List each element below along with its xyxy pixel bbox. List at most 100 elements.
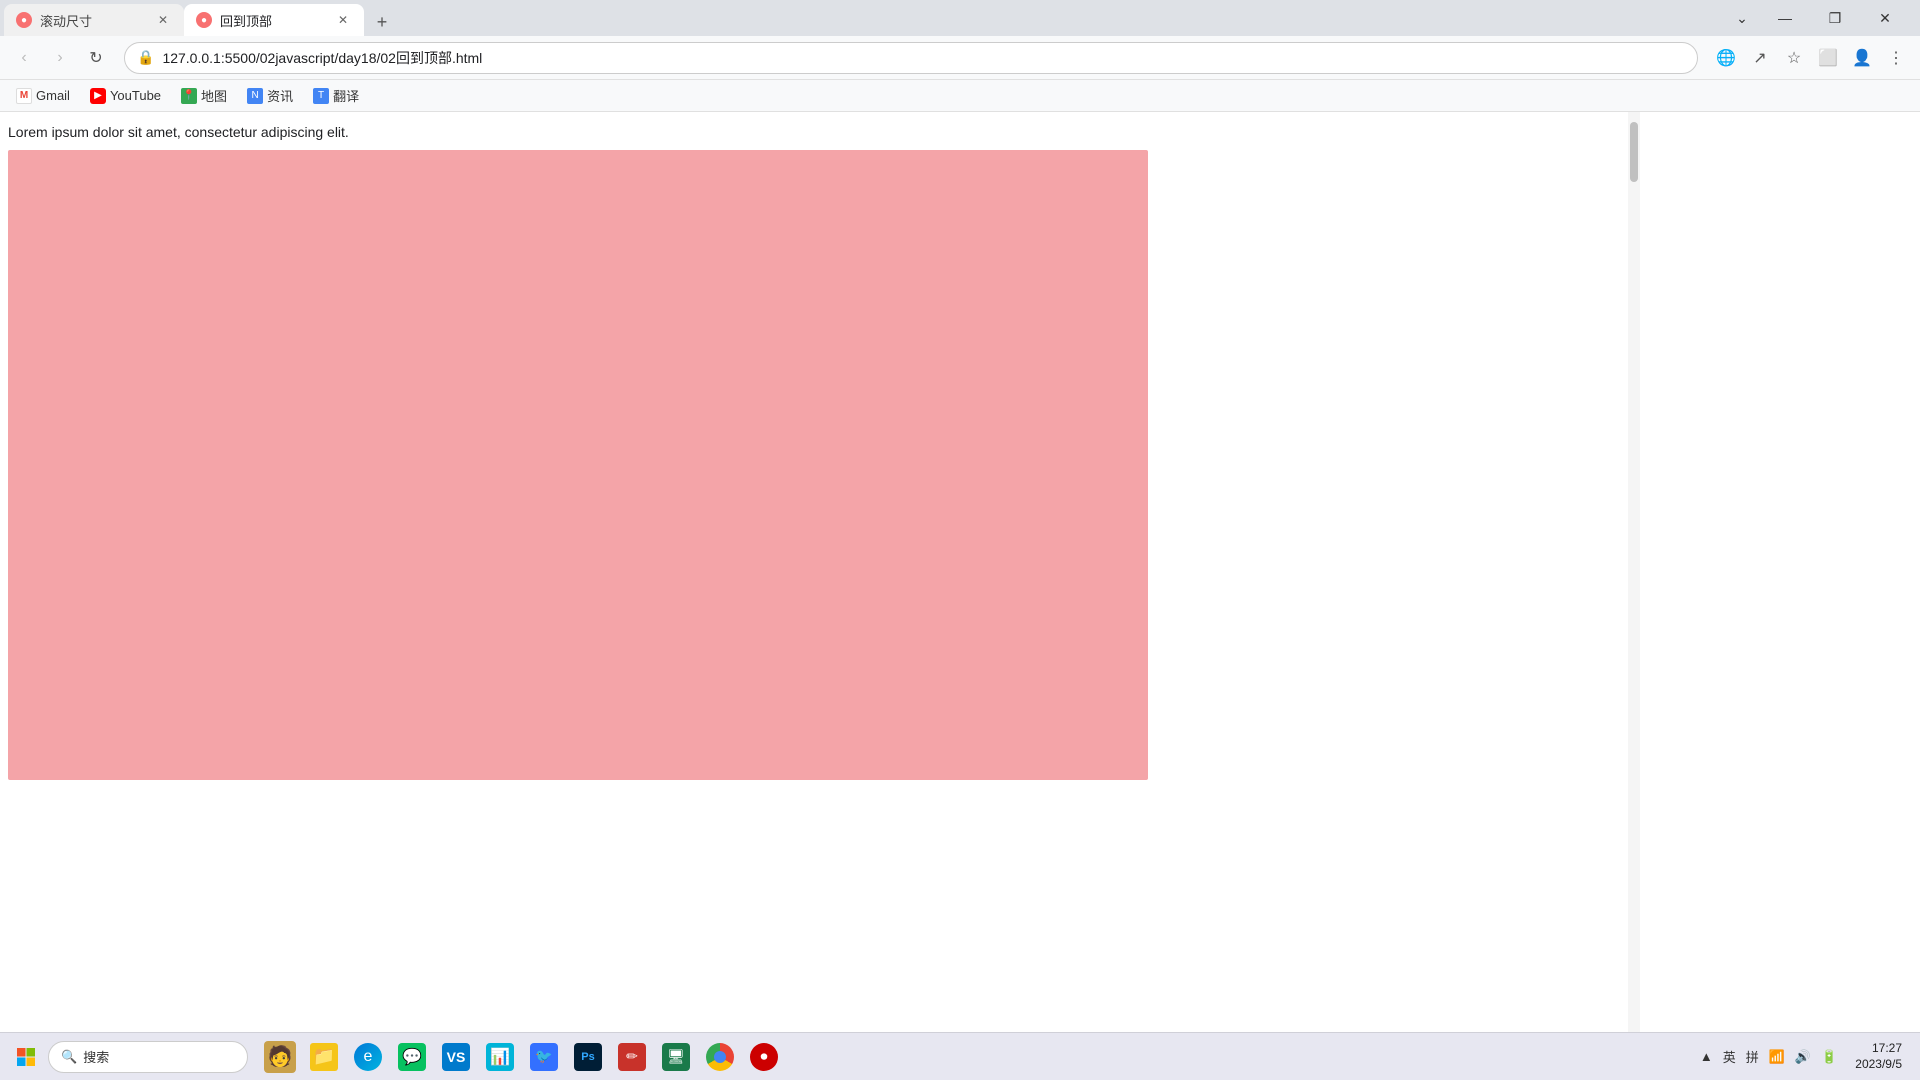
maximize-button[interactable]: ❐ bbox=[1812, 2, 1858, 34]
chrome-icon bbox=[706, 1043, 734, 1071]
taskbar-notepad[interactable]: ✏ bbox=[612, 1037, 652, 1077]
vscode-icon: VS bbox=[442, 1043, 470, 1071]
tab2-favicon: ● bbox=[196, 12, 212, 28]
bookmark-news[interactable]: N 资讯 bbox=[239, 84, 301, 107]
edge-icon: e bbox=[354, 1043, 382, 1071]
back-icon: ‹ bbox=[21, 49, 26, 67]
taskbar-wechat[interactable]: 💬 bbox=[392, 1037, 432, 1077]
pink-box bbox=[8, 150, 1148, 780]
page-sidebar bbox=[1640, 112, 1920, 1032]
window-controls: ⌄ — ❐ ✕ bbox=[1726, 2, 1916, 34]
tab-scroll-size[interactable]: ● 滚动尺寸 ✕ bbox=[4, 4, 184, 36]
translate-icon: 🌐 bbox=[1716, 48, 1736, 68]
clock-time: 17:27 bbox=[1872, 1041, 1902, 1057]
tab-back-to-top[interactable]: ● 回到顶部 ✕ bbox=[184, 4, 364, 36]
ime-pinyin-label[interactable]: 拼 bbox=[1742, 1045, 1763, 1068]
profile-icon: 👤 bbox=[1852, 48, 1872, 68]
menu-icon: ⋮ bbox=[1888, 48, 1904, 68]
bookmark-gmail[interactable]: M Gmail bbox=[8, 86, 78, 106]
taskbar-search[interactable]: 🔍 搜索 bbox=[48, 1041, 248, 1073]
bookmark-youtube-label: YouTube bbox=[110, 88, 161, 103]
address-bar[interactable]: 🔒 bbox=[124, 42, 1698, 74]
tab1-title: 滚动尺寸 bbox=[40, 11, 146, 30]
system-tray: ▲ 英 拼 📶 🔊 🔋 bbox=[1696, 1045, 1841, 1068]
taskbar-edge[interactable]: e bbox=[348, 1037, 388, 1077]
tab-strip: ● 滚动尺寸 ✕ ● 回到顶部 ✕ + bbox=[4, 0, 1726, 36]
back-button[interactable]: ‹ bbox=[8, 42, 40, 74]
wechat-icon: 💬 bbox=[398, 1043, 426, 1071]
wifi-icon[interactable]: 📶 bbox=[1765, 1047, 1789, 1067]
share-button[interactable]: ↗ bbox=[1744, 42, 1776, 74]
taskbar-right: ▲ 英 拼 📶 🔊 🔋 17:27 2023/9/5 bbox=[1696, 1039, 1912, 1074]
ime-english-label[interactable]: 英 bbox=[1719, 1045, 1740, 1068]
title-bar: ● 滚动尺寸 ✕ ● 回到顶部 ✕ + ⌄ — ❐ ✕ bbox=[0, 0, 1920, 36]
taskbar: 🔍 搜索 🧑 📁 e 💬 VS bbox=[0, 1032, 1920, 1080]
new-tab-button[interactable]: + bbox=[368, 8, 396, 36]
split-screen-button[interactable]: ⬜ bbox=[1812, 42, 1844, 74]
bookmarks-bar: M Gmail ▶ YouTube 📍 地图 N 资讯 T 翻译 bbox=[0, 80, 1920, 112]
lorem-paragraph: Lorem ipsum dolor sit amet, consectetur … bbox=[8, 124, 1620, 140]
bookmark-gmail-label: Gmail bbox=[36, 88, 70, 103]
forward-icon: › bbox=[57, 49, 62, 67]
youtube-icon: ▶ bbox=[90, 88, 106, 104]
reload-button[interactable]: ↻ bbox=[80, 42, 112, 74]
menu-button[interactable]: ⋮ bbox=[1880, 42, 1912, 74]
taskbar-screen-app[interactable]: 🖥 bbox=[656, 1037, 696, 1077]
taskbar-file-explorer[interactable]: 📁 bbox=[304, 1037, 344, 1077]
taskbar-search-label: 搜索 bbox=[83, 1047, 109, 1066]
maps-icon: 📍 bbox=[181, 88, 197, 104]
address-input[interactable] bbox=[162, 50, 1685, 66]
page-main[interactable]: Lorem ipsum dolor sit amet, consectetur … bbox=[0, 112, 1628, 1032]
tab2-close-button[interactable]: ✕ bbox=[334, 11, 352, 29]
taskbar-record-app[interactable]: ⏺ bbox=[744, 1037, 784, 1077]
browser-window: ● 滚动尺寸 ✕ ● 回到顶部 ✕ + ⌄ — ❐ ✕ ‹ › bbox=[0, 0, 1920, 1080]
clock-date: 2023/9/5 bbox=[1855, 1057, 1902, 1073]
bookmark-button[interactable]: ☆ bbox=[1778, 42, 1810, 74]
tray-expand-icon[interactable]: ▲ bbox=[1696, 1047, 1717, 1066]
tabs-menu-button[interactable]: ⌄ bbox=[1726, 2, 1758, 34]
profile-button[interactable]: 👤 bbox=[1846, 42, 1878, 74]
page-content: Lorem ipsum dolor sit amet, consectetur … bbox=[0, 112, 1920, 1032]
taskbar-lark[interactable]: 🐦 bbox=[524, 1037, 564, 1077]
split-icon: ⬜ bbox=[1818, 48, 1838, 68]
taskbar-chrome[interactable] bbox=[700, 1037, 740, 1077]
scrollbar-thumb[interactable] bbox=[1630, 122, 1638, 182]
toolbar-right-buttons: 🌐 ↗ ☆ ⬜ 👤 ⋮ bbox=[1710, 42, 1912, 74]
news-icon: N bbox=[247, 88, 263, 104]
tab1-favicon: ● bbox=[16, 12, 32, 28]
volume-icon[interactable]: 🔊 bbox=[1791, 1047, 1815, 1067]
taskbar-chart-app[interactable]: 📊 bbox=[480, 1037, 520, 1077]
taskbar-photoshop[interactable]: Ps bbox=[568, 1037, 608, 1077]
scrollbar-track[interactable] bbox=[1628, 112, 1640, 1032]
system-clock[interactable]: 17:27 2023/9/5 bbox=[1849, 1039, 1908, 1074]
notepad-icon: ✏ bbox=[618, 1043, 646, 1071]
tab2-title: 回到顶部 bbox=[220, 11, 326, 30]
start-button[interactable] bbox=[8, 1039, 44, 1075]
star-icon: ☆ bbox=[1787, 48, 1801, 68]
bookmark-news-label: 资讯 bbox=[267, 86, 293, 105]
windows-logo-icon bbox=[16, 1047, 36, 1067]
translate-button[interactable]: 🌐 bbox=[1710, 42, 1742, 74]
close-button[interactable]: ✕ bbox=[1862, 2, 1908, 34]
battery-icon[interactable]: 🔋 bbox=[1817, 1047, 1841, 1067]
tab1-close-button[interactable]: ✕ bbox=[154, 11, 172, 29]
translate-bm-icon: T bbox=[313, 88, 329, 104]
taskbar-vscode[interactable]: VS bbox=[436, 1037, 476, 1077]
file-explorer-icon: 📁 bbox=[310, 1043, 338, 1071]
lock-icon: 🔒 bbox=[137, 49, 154, 66]
search-icon: 🔍 bbox=[61, 1049, 77, 1065]
bookmark-maps[interactable]: 📍 地图 bbox=[173, 84, 235, 107]
taskbar-app-icons: 🧑 📁 e 💬 VS 📊 🐦 bbox=[252, 1037, 1692, 1077]
bookmark-translate[interactable]: T 翻译 bbox=[305, 84, 367, 107]
photoshop-icon: Ps bbox=[574, 1043, 602, 1071]
bookmark-maps-label: 地图 bbox=[201, 86, 227, 105]
screen-icon: 🖥 bbox=[662, 1043, 690, 1071]
avatar-image: 🧑 bbox=[264, 1041, 296, 1073]
bookmark-youtube[interactable]: ▶ YouTube bbox=[82, 86, 169, 106]
bookmark-translate-label: 翻译 bbox=[333, 86, 359, 105]
taskbar-avatar-icon[interactable]: 🧑 bbox=[260, 1037, 300, 1077]
forward-button[interactable]: › bbox=[44, 42, 76, 74]
gmail-icon: M bbox=[16, 88, 32, 104]
browser-toolbar: ‹ › ↻ 🔒 🌐 ↗ ☆ ⬜ bbox=[0, 36, 1920, 80]
minimize-button[interactable]: — bbox=[1762, 2, 1808, 34]
